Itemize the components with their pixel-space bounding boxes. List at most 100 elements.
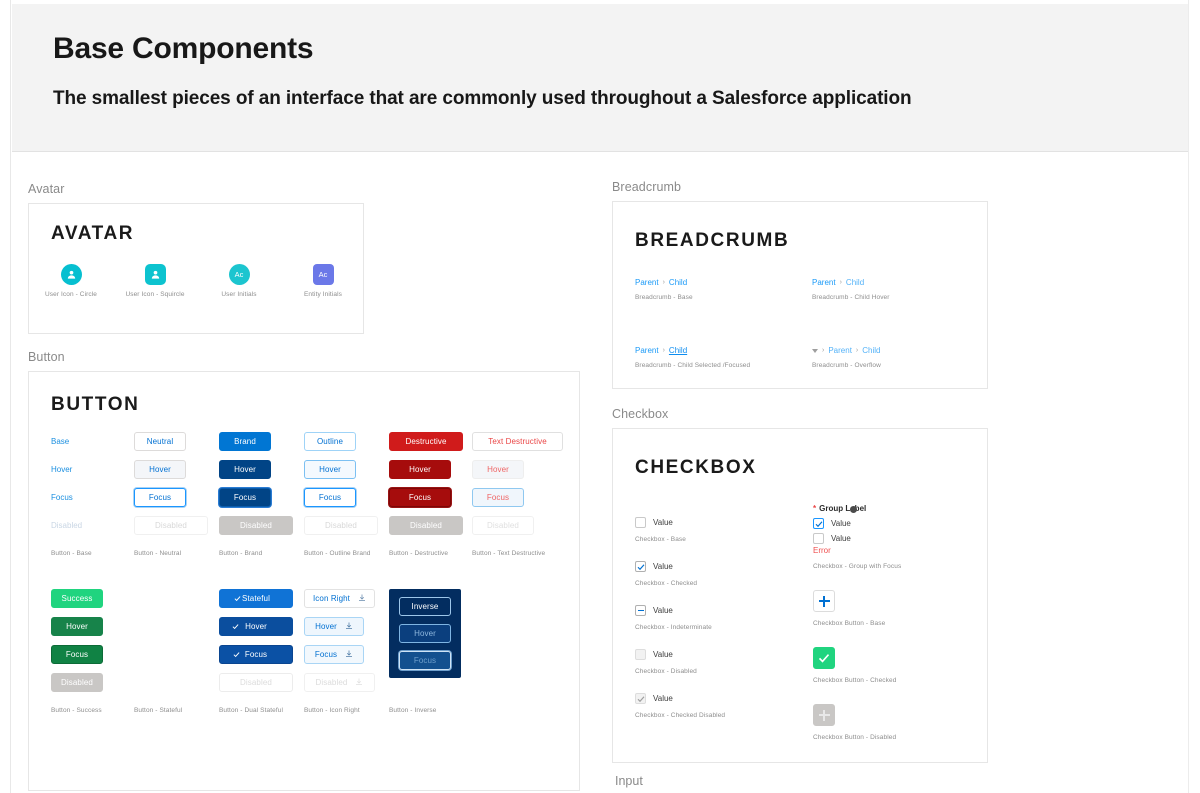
button-column-caption-dual-stateful: Button - Dual Stateful xyxy=(219,707,283,714)
avatar-example-user-initials[interactable]: Ac User Initials xyxy=(197,264,281,298)
button-dual-stateful-hover[interactable]: Hover xyxy=(219,617,293,636)
button-dual-stateful-hover-label: Hover xyxy=(245,622,267,631)
checkbox-icon[interactable] xyxy=(813,533,824,544)
checkbox-row[interactable]: Value xyxy=(635,605,795,616)
checkbox-icon[interactable] xyxy=(635,561,646,572)
button-success-base[interactable]: Success xyxy=(51,589,103,608)
button-neutral-disabled: Disabled xyxy=(134,516,208,535)
checkbox-row[interactable]: Value xyxy=(635,561,795,572)
state-label-hover: Hover xyxy=(51,465,73,474)
checkbox-caption: Checkbox - Checked Disabled xyxy=(635,712,726,719)
checkbox-row[interactable]: Value xyxy=(635,517,795,528)
check-icon xyxy=(234,596,241,602)
button-success-focus[interactable]: Focus xyxy=(51,645,103,664)
breadcrumb-child-link[interactable]: Child xyxy=(669,346,687,355)
checkbox-button[interactable] xyxy=(813,590,835,612)
checkbox-caption: Checkbox - Disabled xyxy=(635,668,697,675)
checkbox-icon xyxy=(635,693,646,704)
button-column-brand: Brand Hover Focus Disabled xyxy=(219,432,293,535)
button-brand-base[interactable]: Brand xyxy=(219,432,271,451)
button-card: BUTTON Base Hover Focus Disabled Button … xyxy=(28,371,580,791)
breadcrumb[interactable]: › Parent › Child xyxy=(812,346,881,355)
button-icon-right-focus-label: Focus xyxy=(314,650,338,659)
breadcrumb-parent-link[interactable]: Parent xyxy=(635,278,659,287)
checkbox-example-base: Value Checkbox - Base xyxy=(635,517,795,543)
button-destructive-focus[interactable]: Focus xyxy=(389,488,451,507)
button-state-labels: Base Hover Focus Disabled xyxy=(51,432,82,535)
check-icon xyxy=(815,520,822,527)
avatar-example-user-icon-squircle[interactable]: User Icon - Squircle xyxy=(113,264,197,298)
button-icon-right-disabled: Disabled xyxy=(304,673,375,692)
button-column-caption-neutral: Button - Neutral xyxy=(134,550,182,557)
checkbox-button[interactable] xyxy=(813,647,835,669)
checkbox-card: CHECKBOX Value Checkbox - Base Value Che… xyxy=(612,428,988,763)
button-dual-stateful-base[interactable]: Stateful xyxy=(219,589,293,608)
button-icon-right-base[interactable]: Icon Right xyxy=(304,589,375,608)
button-destructive-base[interactable]: Destructive xyxy=(389,432,463,451)
button-column-caption-destructive: Button - Destructive xyxy=(389,550,449,557)
breadcrumb-child-link[interactable]: Child xyxy=(846,278,864,287)
checkbox-icon[interactable] xyxy=(635,517,646,528)
button-destructive-hover[interactable]: Hover xyxy=(389,460,451,479)
button-column-text-destructive: Text Destructive Hover Focus Disabled xyxy=(472,432,563,535)
button-outline-base[interactable]: Outline xyxy=(304,432,356,451)
button-icon-right-hover-label: Hover xyxy=(315,622,337,631)
button-neutral-base[interactable]: Neutral xyxy=(134,432,186,451)
button-outline-hover[interactable]: Hover xyxy=(304,460,356,479)
breadcrumb-child-link[interactable]: Child xyxy=(862,346,880,355)
button-text-destructive-focus[interactable]: Focus xyxy=(472,488,524,507)
checkbox-group-and-buttons: * Group Label Value Value Error Checkbox… xyxy=(813,504,983,741)
breadcrumb-card: BREADCRUMB Parent › Child Breadcrumb - B… xyxy=(612,201,988,389)
button-column-caption-base: Button - Base xyxy=(51,550,92,557)
breadcrumb-parent-link[interactable]: Parent xyxy=(812,278,836,287)
breadcrumb[interactable]: Parent › Child xyxy=(635,346,750,355)
checkbox-label: Value xyxy=(831,534,851,543)
check-icon xyxy=(637,563,644,570)
breadcrumb[interactable]: Parent › Child xyxy=(635,278,693,287)
button-neutral-hover[interactable]: Hover xyxy=(134,460,186,479)
button-dual-stateful-focus[interactable]: Focus xyxy=(219,645,293,664)
checkbox-example-indeterminate: Value Checkbox - Indeterminate xyxy=(635,605,795,631)
button-column-caption-stateful: Button - Stateful xyxy=(134,707,183,714)
button-destructive-disabled: Disabled xyxy=(389,516,463,535)
checkbox-icon[interactable] xyxy=(635,605,646,616)
checkbox-group-label: Group Label xyxy=(819,504,867,513)
avatar-example-entity-initials[interactable]: Ac Entity Initials xyxy=(281,264,365,298)
overflow-dropdown-icon[interactable] xyxy=(812,348,818,353)
breadcrumb-parent-link[interactable]: Parent xyxy=(828,346,852,355)
checkbox-icon[interactable] xyxy=(813,518,824,529)
checkbox-row[interactable]: Value xyxy=(813,533,983,544)
button-icon-right-focus[interactable]: Focus xyxy=(304,645,364,664)
button-dual-stateful-focus-label: Focus xyxy=(244,650,268,659)
button-inverse-hover[interactable]: Hover xyxy=(399,624,451,643)
button-text-destructive-base[interactable]: Text Destructive xyxy=(472,432,563,451)
breadcrumb-example-child-hover: Parent › Child Breadcrumb - Child Hover xyxy=(812,278,890,301)
button-brand-hover[interactable]: Hover xyxy=(219,460,271,479)
download-icon xyxy=(345,622,353,632)
button-text-destructive-hover[interactable]: Hover xyxy=(472,460,524,479)
avatar-caption: Entity Initials xyxy=(304,291,342,298)
button-success-hover[interactable]: Hover xyxy=(51,617,103,636)
initials-icon: Ac xyxy=(312,264,334,285)
section-label-button: Button xyxy=(28,350,65,364)
avatar-example-user-icon-circle[interactable]: User Icon - Circle xyxy=(29,264,113,298)
checkbox-row[interactable]: Value xyxy=(813,518,983,529)
button-icon-right-hover[interactable]: Hover xyxy=(304,617,364,636)
checkbox-button-disabled: Checkbox Button - Disabled xyxy=(813,704,983,741)
button-inverse-base[interactable]: Inverse xyxy=(399,597,451,616)
button-outline-focus[interactable]: Focus xyxy=(304,488,356,507)
breadcrumb[interactable]: Parent › Child xyxy=(812,278,890,287)
check-icon xyxy=(233,652,240,658)
avatar-caption: User Icon - Circle xyxy=(44,291,97,298)
button-inverse-focus[interactable]: Focus xyxy=(399,651,451,670)
button-brand-focus[interactable]: Focus xyxy=(219,488,271,507)
breadcrumb-parent-link[interactable]: Parent xyxy=(635,346,659,355)
checkbox-group-with-focus: * Group Label Value Value Error Checkbox… xyxy=(813,504,983,570)
avatar-caption: User Icon - Squircle xyxy=(125,291,185,298)
checkbox-button xyxy=(813,704,835,726)
breadcrumb-caption: Breadcrumb - Base xyxy=(635,294,693,301)
button-neutral-focus[interactable]: Focus xyxy=(134,488,186,507)
breadcrumb-child-link[interactable]: Child xyxy=(669,278,687,287)
button-icon-right-disabled-label: Disabled xyxy=(315,678,348,687)
left-column: Avatar AVATAR User Icon - Circle User Ic… xyxy=(28,182,588,791)
